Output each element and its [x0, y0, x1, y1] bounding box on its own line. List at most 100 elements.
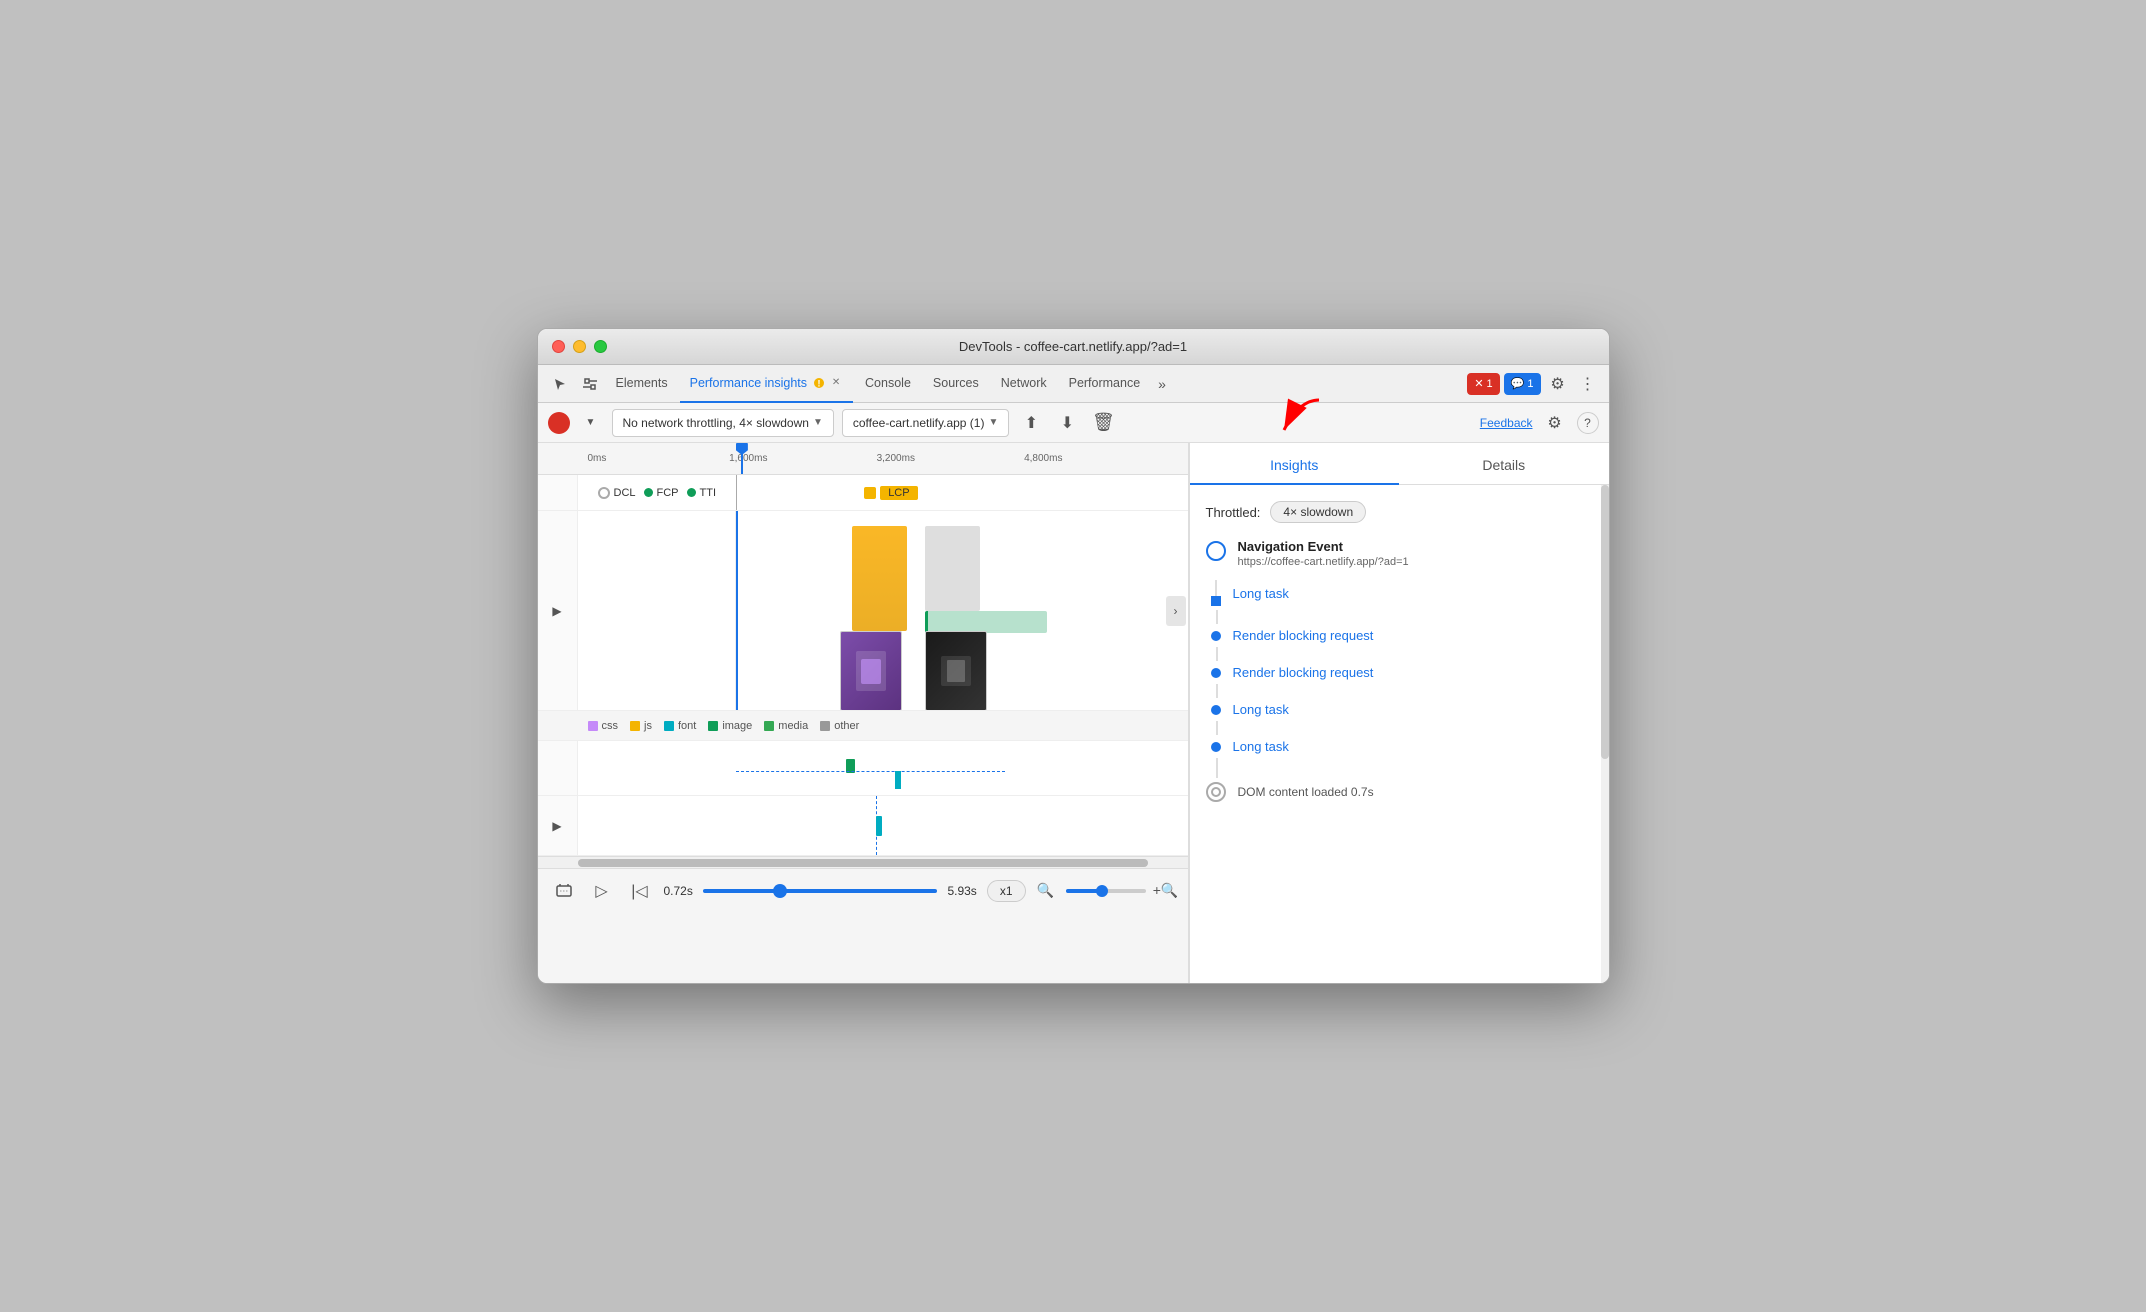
panel-scrollbar[interactable]: [1601, 485, 1609, 983]
throttle-badge: 4× slowdown: [1270, 501, 1366, 523]
download-icon[interactable]: ⬇: [1053, 409, 1081, 437]
nav-info: Navigation Event https://coffee-cart.net…: [1238, 539, 1593, 568]
cpu-expand-icon[interactable]: ▶: [552, 819, 561, 833]
tti-pill: TTI: [687, 487, 717, 499]
filmstrip-next-icon[interactable]: ›: [1166, 596, 1186, 626]
insight-link-1[interactable]: Render blocking request: [1233, 628, 1374, 643]
ruler-1600ms: 1,600ms: [729, 453, 767, 464]
thumbnail-1[interactable]: [840, 631, 902, 710]
minimize-button[interactable]: [573, 340, 586, 353]
zoom-slider[interactable]: [1066, 889, 1146, 893]
zoom-thumb[interactable]: [1096, 885, 1108, 897]
tab-close-icon[interactable]: ✕: [829, 376, 843, 390]
screenshot-icon[interactable]: [550, 877, 578, 905]
upload-icon[interactable]: ⬆: [1017, 409, 1045, 437]
feedback-link[interactable]: Feedback: [1480, 416, 1533, 430]
dcl-line: [736, 475, 737, 510]
svg-text:!: !: [818, 378, 821, 388]
insight-item-4: Long task: [1206, 735, 1593, 758]
insight-link-2[interactable]: Render blocking request: [1233, 665, 1374, 680]
close-button[interactable]: [552, 340, 565, 353]
filmstrip-content: ›: [578, 511, 1188, 710]
speed-select[interactable]: x1: [987, 880, 1026, 902]
tab-network[interactable]: Network: [991, 365, 1057, 403]
insight-item-1: Render blocking request: [1206, 624, 1593, 647]
tti-dot: [687, 488, 696, 497]
connector-4: [1211, 742, 1221, 752]
gray-block: [925, 526, 980, 611]
cursor-icon[interactable]: [546, 370, 574, 398]
right-panel: Insights Details Throttled: 4× slowdown …: [1189, 443, 1609, 983]
play-icon[interactable]: ▷: [588, 877, 616, 905]
red-arrow-annotation: [1259, 395, 1329, 450]
timeline-scrollbar[interactable]: [538, 856, 1188, 868]
legend-other: other: [820, 720, 859, 732]
error-badge-button[interactable]: ✕ 1: [1467, 373, 1499, 395]
url-dropdown[interactable]: coffee-cart.netlify.app (1) ▼: [842, 409, 1010, 437]
panel-scroll-thumb[interactable]: [1601, 485, 1609, 759]
vert-line-0: [1215, 580, 1217, 596]
insight-link-3[interactable]: Long task: [1233, 702, 1289, 717]
tab-performance-insights[interactable]: Performance insights ! ✕: [680, 365, 853, 403]
cpu-row: ▶: [538, 796, 1188, 856]
scrollbar-thumb[interactable]: [578, 859, 1148, 867]
tab-details[interactable]: Details: [1399, 457, 1609, 485]
throttle-dropdown[interactable]: No network throttling, 4× slowdown ▼: [612, 409, 834, 437]
cpu-content: [578, 796, 1188, 855]
timeline-panel: 0ms 1,600ms 3,200ms 4,800ms DCL: [538, 443, 1189, 983]
panel-content: Throttled: 4× slowdown Navigation Event …: [1190, 485, 1609, 983]
tab-elements[interactable]: Elements: [606, 365, 678, 403]
nav-event: Navigation Event https://coffee-cart.net…: [1206, 539, 1593, 568]
legend-css: css: [588, 720, 619, 732]
tab-console[interactable]: Console: [855, 365, 921, 403]
filmstrip-label: ▶: [538, 511, 578, 710]
insight-item-0: Long task: [1206, 576, 1593, 610]
more-options-icon[interactable]: ⋮: [1575, 371, 1601, 397]
dom-circle: [1206, 782, 1226, 802]
insight-link-0[interactable]: Long task: [1233, 586, 1289, 601]
cpu-bar: [876, 816, 882, 836]
slider-track: [703, 889, 938, 893]
metrics-row: DCL FCP TTI LCP: [538, 475, 1188, 511]
settings-icon[interactable]: ⚙: [1545, 371, 1571, 397]
maximize-button[interactable]: [594, 340, 607, 353]
inspector-icon[interactable]: [576, 370, 604, 398]
delete-icon[interactable]: 🗑: [1089, 409, 1117, 437]
network-label: [538, 741, 578, 795]
scrollbar-track[interactable]: [578, 859, 1148, 867]
tab-insights[interactable]: Insights: [1190, 457, 1400, 485]
insight-link-4[interactable]: Long task: [1233, 739, 1289, 754]
needle-line: [736, 511, 738, 710]
playback-slider[interactable]: [703, 889, 938, 893]
slider-thumb[interactable]: [773, 884, 787, 898]
zoom-in-icon[interactable]: +🔍: [1156, 881, 1176, 901]
main-content: 0ms 1,600ms 3,200ms 4,800ms DCL: [538, 443, 1609, 983]
tab-sources[interactable]: Sources: [923, 365, 989, 403]
panel-tabs: Insights Details: [1190, 443, 1609, 485]
metric-pills: DCL FCP TTI: [588, 475, 717, 510]
zoom-out-icon[interactable]: 🔍: [1036, 881, 1056, 901]
skip-start-icon[interactable]: |◁: [626, 877, 654, 905]
help-icon[interactable]: ?: [1577, 412, 1599, 434]
connector-3: [1211, 705, 1221, 715]
tab-performance[interactable]: Performance: [1059, 365, 1151, 403]
thumbnail-2[interactable]: [925, 631, 987, 710]
image-swatch: [708, 721, 718, 731]
dom-text: DOM content loaded 0.7s: [1238, 785, 1374, 799]
insight-timeline: Long task Render blocking request: [1206, 576, 1593, 806]
record-button[interactable]: [548, 412, 570, 434]
vert-spacer-5: [1206, 758, 1593, 778]
record-dropdown-icon[interactable]: ▼: [578, 410, 604, 436]
css-swatch: [588, 721, 598, 731]
settings-2-icon[interactable]: ⚙: [1541, 409, 1569, 437]
tab-toolbar-right: ✕ 1 💬 1 ⚙ ⋮: [1467, 371, 1600, 397]
message-badge-button[interactable]: 💬 1: [1504, 373, 1541, 395]
dot-0: [1211, 596, 1221, 606]
more-tabs-icon[interactable]: »: [1152, 376, 1172, 392]
toolbar: ▼ No network throttling, 4× slowdown ▼ c…: [538, 403, 1609, 443]
blank-area: [578, 511, 737, 710]
legend-js: js: [630, 720, 652, 732]
dot-1: [1211, 631, 1221, 641]
expand-arrow-top[interactable]: ▶: [538, 511, 577, 710]
throttle-dropdown-arrow: ▼: [813, 417, 823, 428]
